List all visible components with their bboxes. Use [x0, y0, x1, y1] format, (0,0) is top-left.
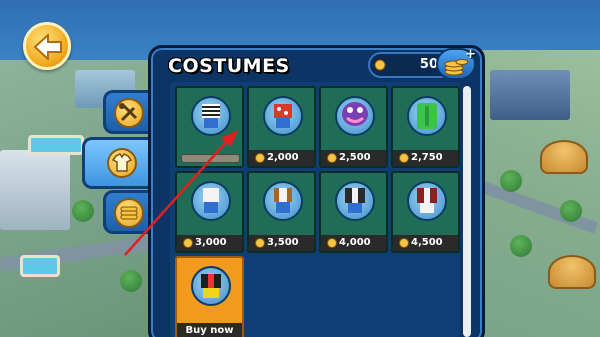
arrow-left-icon [34, 34, 62, 60]
scrollbar[interactable] [463, 86, 471, 337]
hut [548, 255, 596, 289]
hotel-building [0, 150, 70, 230]
plus-icon: + [465, 47, 476, 62]
price-tag: 4,000 [321, 235, 386, 251]
add-coins-button[interactable]: + [436, 47, 476, 80]
palm-tree [72, 200, 94, 222]
costume-price: 2,750 [411, 152, 443, 163]
hut [540, 140, 588, 174]
owned-indicator [181, 154, 240, 163]
character-portrait [191, 96, 231, 136]
page-title: COSTUMES [168, 55, 290, 77]
buy-now-button[interactable]: Buy now [177, 323, 242, 337]
palm-tree [560, 200, 582, 222]
price-tag: 2,000 [249, 150, 314, 166]
costume-card-white-vest[interactable]: 3,000 [175, 171, 244, 253]
price-tag: 2,750 [393, 150, 458, 166]
character-portrait [407, 96, 447, 136]
coin-icon [255, 153, 265, 163]
price-tag: 3,000 [177, 235, 242, 251]
palm-tree [500, 170, 522, 192]
coin-icon [399, 153, 409, 163]
character-portrait [263, 96, 303, 136]
coin-icon [374, 59, 386, 71]
price-tag: 4,500 [393, 235, 458, 251]
palm-tree [120, 270, 142, 292]
character-portrait [191, 181, 231, 221]
building [490, 70, 570, 120]
character-portrait [407, 181, 447, 221]
costume-price: 3,500 [267, 237, 299, 248]
pool [20, 255, 60, 277]
shirt-icon [107, 148, 137, 178]
costume-card-hawaiian-shirt[interactable]: 2,000 [247, 86, 316, 168]
price-tag: 2,500 [321, 150, 386, 166]
tab-costumes[interactable] [82, 137, 156, 189]
coin-icon [255, 238, 265, 248]
coin-icon [327, 153, 337, 163]
costume-card-yellow-jacket[interactable]: Buy now [175, 256, 244, 337]
coin-icon [327, 238, 337, 248]
costume-card-black-jacket[interactable]: 4,000 [319, 171, 388, 253]
coin-count: 50 [419, 57, 438, 72]
costume-price: 2,000 [267, 152, 299, 163]
wrench-hammer-icon [114, 98, 144, 128]
coin-icon [399, 238, 409, 248]
costume-card-brown-vest[interactable]: 3,500 [247, 171, 316, 253]
costume-price: 3,000 [195, 237, 227, 248]
costume-card-green-suit[interactable]: 2,750 [391, 86, 460, 168]
costume-price: 4,500 [411, 237, 443, 248]
back-button[interactable] [23, 22, 71, 70]
coin-icon [183, 238, 193, 248]
costume-price: 4,000 [339, 237, 371, 248]
character-portrait [191, 266, 231, 306]
character-portrait [335, 96, 375, 136]
price-tag: 3,500 [249, 235, 314, 251]
costume-price: 2,500 [339, 152, 371, 163]
pool [28, 135, 84, 155]
costume-card-purple-monster[interactable]: 2,500 [319, 86, 388, 168]
coin-stack-icon [114, 198, 144, 228]
character-portrait [335, 181, 375, 221]
character-portrait [263, 181, 303, 221]
palm-tree [510, 235, 532, 257]
scrollbar-thumb[interactable] [463, 86, 471, 337]
costume-card-striped-shirt[interactable] [175, 86, 244, 168]
costume-card-red-jacket[interactable]: 4,500 [391, 171, 460, 253]
